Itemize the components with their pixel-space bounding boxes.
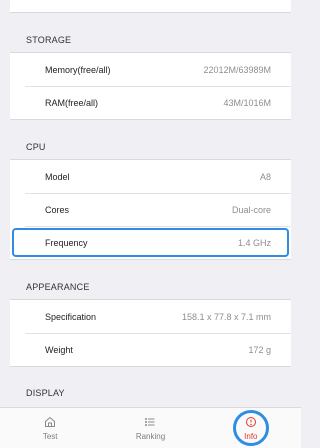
home-icon <box>45 416 56 427</box>
appearance-weight-row[interactable]: Weight 172 g <box>10 333 291 366</box>
cpu-cores-row[interactable]: Cores Dual-core <box>10 193 291 226</box>
row-label: RAM(free/all) <box>45 97 99 108</box>
row-value: 22012M/63989M <box>203 64 271 75</box>
storage-memory-row[interactable]: Memory(free/all) 22012M/63989M <box>10 53 291 86</box>
row-label: Cores <box>45 204 70 215</box>
row-label: Memory(free/all) <box>45 64 111 75</box>
tab-info[interactable]: Info <box>201 408 301 448</box>
cpu-section-header: CPU <box>26 142 46 152</box>
row-value: 43M/1016M <box>223 97 271 108</box>
row-value: 172 g <box>248 344 271 355</box>
appearance-section-header: APPEARANCE <box>26 282 90 292</box>
cpu-frequency-row[interactable]: Frequency 1.4 GHz <box>10 226 291 259</box>
storage-ram-row[interactable]: RAM(free/all) 43M/1016M <box>10 86 291 119</box>
row-value: A8 <box>259 171 271 182</box>
storage-section-header: STORAGE <box>26 35 72 45</box>
appearance-specification-row[interactable]: Specification 158.1 x 77.8 x 7.1 mm <box>10 300 291 333</box>
highlight-ring <box>232 410 269 446</box>
row-value: 158.1 x 77.8 x 7.1 mm <box>181 311 271 322</box>
tab-ranking[interactable]: Ranking <box>100 408 200 448</box>
tab-test[interactable]: Test <box>0 408 100 448</box>
storage-group: Memory(free/all) 22012M/63989M RAM(free/… <box>10 52 291 120</box>
row-value: Dual-core <box>231 204 271 215</box>
tab-bar: Test Ranking Info <box>0 407 301 448</box>
appearance-group: Specification 158.1 x 77.8 x 7.1 mm Weig… <box>10 299 291 367</box>
tab-label: Test <box>42 431 58 441</box>
cpu-group: Model A8 Cores Dual-core Frequency 1.4 G… <box>10 159 291 260</box>
tab-label: Ranking <box>135 431 166 441</box>
row-label: Specification <box>45 311 97 322</box>
row-label: Model <box>45 171 70 182</box>
list-icon <box>145 417 155 426</box>
row-label: Frequency <box>45 237 88 248</box>
cpu-model-row[interactable]: Model A8 <box>10 160 291 193</box>
display-section-header: DISPLAY <box>26 388 65 398</box>
row-value: 1.4 GHz <box>237 237 271 248</box>
row-label: Weight <box>45 344 73 355</box>
previous-section-card <box>10 0 291 13</box>
